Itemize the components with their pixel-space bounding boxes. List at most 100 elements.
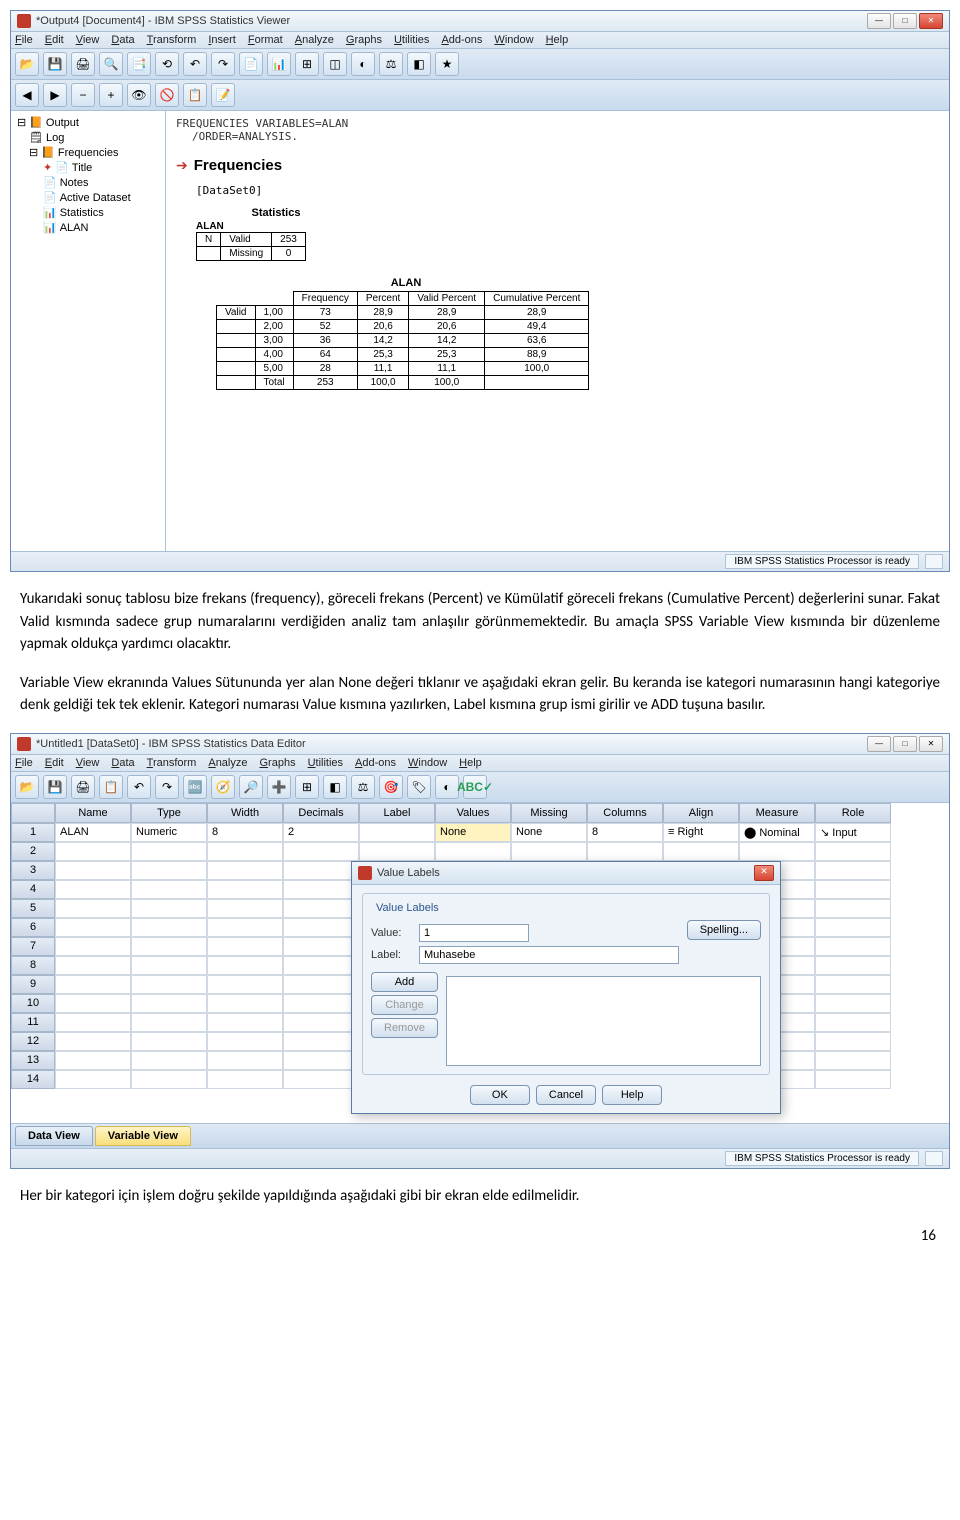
grid-cell[interactable] — [815, 956, 891, 975]
tree-active-dataset[interactable]: 📄Active Dataset — [15, 190, 161, 205]
menu-insert[interactable]: Insert — [208, 34, 236, 46]
designate-icon[interactable]: ★ — [435, 52, 459, 76]
grid-cell[interactable] — [207, 937, 283, 956]
recall-icon[interactable]: 📋 — [99, 775, 123, 799]
grid-cell[interactable]: ↘ Input — [815, 823, 891, 842]
grid-cell[interactable] — [55, 956, 131, 975]
demote-icon[interactable]: ▶ — [43, 83, 67, 107]
grid-cell[interactable] — [55, 861, 131, 880]
grid-cell[interactable]: None — [435, 823, 511, 842]
menu-view[interactable]: View — [76, 34, 100, 46]
collapse-icon[interactable]: − — [71, 83, 95, 107]
grid-cell[interactable] — [207, 899, 283, 918]
row-number[interactable]: 4 — [11, 880, 55, 899]
grid-cell[interactable] — [55, 899, 131, 918]
grid-cell[interactable] — [587, 842, 663, 861]
chart-icon[interactable]: ◐ — [351, 52, 375, 76]
grid-cell[interactable] — [739, 842, 815, 861]
grid-cell[interactable] — [131, 899, 207, 918]
grid-cell[interactable] — [815, 861, 891, 880]
grid-cell[interactable] — [359, 823, 435, 842]
menu-transform[interactable]: Transform — [147, 757, 197, 769]
menu-edit[interactable]: Edit — [45, 34, 64, 46]
row-number[interactable]: 10 — [11, 994, 55, 1013]
grid-cell[interactable] — [815, 899, 891, 918]
column-header[interactable]: Values — [435, 803, 511, 823]
row-number[interactable]: 6 — [11, 918, 55, 937]
redo-icon[interactable]: ↷ — [155, 775, 179, 799]
grid-cell[interactable] — [815, 880, 891, 899]
tree-statistics[interactable]: 📊Statistics — [15, 205, 161, 220]
grid-cell[interactable] — [815, 994, 891, 1013]
grid-cell[interactable] — [283, 1032, 359, 1051]
row-number[interactable]: 13 — [11, 1051, 55, 1070]
grid-cell[interactable] — [207, 1013, 283, 1032]
help-button[interactable]: Help — [602, 1085, 662, 1105]
menu-data[interactable]: Data — [111, 757, 134, 769]
menu-help[interactable]: Help — [546, 34, 569, 46]
menu-view[interactable]: View — [76, 757, 100, 769]
maximize-button[interactable]: □ — [893, 736, 917, 752]
grid-cell[interactable] — [131, 1051, 207, 1070]
print-icon[interactable]: 🖨 — [71, 52, 95, 76]
ok-button[interactable]: OK — [470, 1085, 530, 1105]
grid-cell[interactable] — [815, 1032, 891, 1051]
open-icon[interactable]: 📂 — [15, 775, 39, 799]
grid-cell[interactable]: ≡ Right — [663, 823, 739, 842]
grid-cell[interactable] — [511, 842, 587, 861]
insert-var-icon[interactable]: ⊞ — [295, 775, 319, 799]
add-button[interactable]: Add — [371, 972, 438, 992]
grid-cell[interactable] — [55, 937, 131, 956]
grid-cell[interactable] — [131, 918, 207, 937]
tree-alan[interactable]: 📊ALAN — [15, 220, 161, 235]
grid-cell[interactable] — [359, 842, 435, 861]
insert-case-icon[interactable]: ➕ — [267, 775, 291, 799]
grid-cell[interactable] — [207, 880, 283, 899]
row-number[interactable]: 8 — [11, 956, 55, 975]
print-icon[interactable]: 🖨 — [71, 775, 95, 799]
labels-listbox[interactable] — [446, 976, 761, 1066]
open-icon[interactable]: 📂 — [15, 52, 39, 76]
column-header[interactable]: Name — [55, 803, 131, 823]
remove-button[interactable]: Remove — [371, 1018, 438, 1038]
goto-icon[interactable]: 🔤 — [183, 775, 207, 799]
menu-transform[interactable]: Transform — [147, 34, 197, 46]
grid-cell[interactable]: ALAN — [55, 823, 131, 842]
grid-cell[interactable] — [283, 1013, 359, 1032]
menu-analyze[interactable]: Analyze — [208, 757, 247, 769]
grid-cell[interactable] — [283, 1051, 359, 1070]
grid-cell[interactable] — [55, 994, 131, 1013]
grid-cell[interactable] — [131, 994, 207, 1013]
menu-analyze[interactable]: Analyze — [295, 34, 334, 46]
find-icon[interactable]: 🔎 — [239, 775, 263, 799]
spelling-button[interactable]: Spelling... — [687, 920, 761, 940]
grid-cell[interactable] — [207, 994, 283, 1013]
menu-edit[interactable]: Edit — [45, 757, 64, 769]
tab-data-view[interactable]: Data View — [15, 1126, 93, 1146]
grid-cell[interactable] — [283, 899, 359, 918]
grid-cell[interactable] — [131, 842, 207, 861]
use-sets-icon[interactable]: ◐ — [435, 775, 459, 799]
grid-cell[interactable] — [283, 918, 359, 937]
column-header[interactable] — [11, 803, 55, 823]
column-header[interactable]: Type — [131, 803, 207, 823]
menu-utilities[interactable]: Utilities — [394, 34, 429, 46]
value-input[interactable] — [419, 924, 529, 942]
grid-cell[interactable] — [131, 1032, 207, 1051]
menu-utilities[interactable]: Utilities — [308, 757, 343, 769]
row-number[interactable]: 7 — [11, 937, 55, 956]
grid-cell[interactable] — [435, 842, 511, 861]
goto-data-icon[interactable]: 📊 — [267, 52, 291, 76]
variables-icon[interactable]: ⊞ — [295, 52, 319, 76]
grid-cell[interactable] — [815, 1070, 891, 1089]
grid-cell[interactable]: Numeric — [131, 823, 207, 842]
grid-cell[interactable]: 8 — [207, 823, 283, 842]
insert-head-icon[interactable]: 📋 — [183, 83, 207, 107]
recall-icon[interactable]: ⟲ — [155, 52, 179, 76]
grid-cell[interactable] — [815, 842, 891, 861]
row-number[interactable]: 14 — [11, 1070, 55, 1089]
minimize-button[interactable]: — — [867, 736, 891, 752]
goto-icon[interactable]: 📄 — [239, 52, 263, 76]
grid-cell[interactable] — [55, 975, 131, 994]
menu-file[interactable]: File — [15, 34, 33, 46]
